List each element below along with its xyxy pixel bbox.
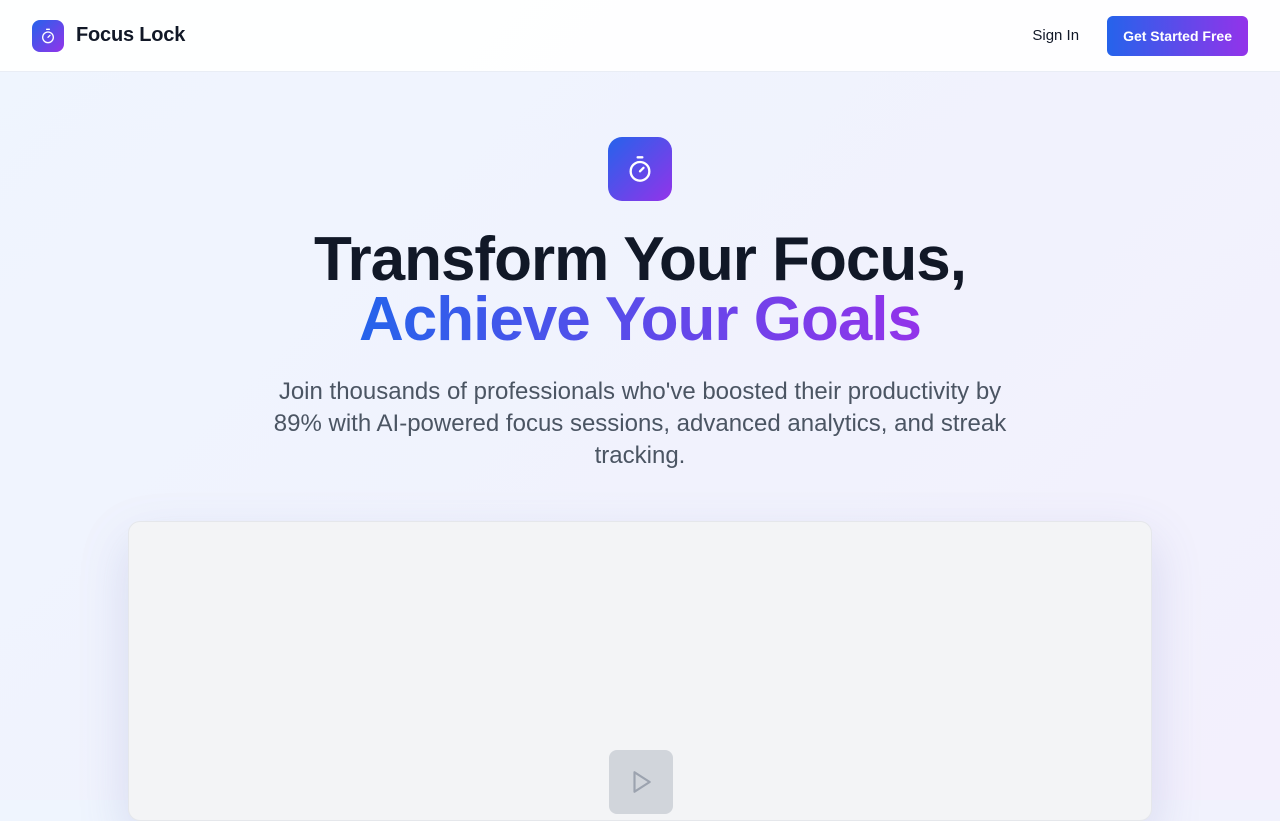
- nav-actions: Sign In Get Started Free: [1032, 15, 1248, 56]
- play-button[interactable]: [609, 750, 673, 814]
- get-started-button[interactable]: Get Started Free: [1107, 15, 1248, 56]
- brand[interactable]: Focus Lock: [32, 19, 186, 52]
- stopwatch-icon: [32, 19, 64, 52]
- hero-headline: Transform Your Focus, Achieve Your Goals: [0, 225, 1280, 354]
- sign-in-link[interactable]: Sign In: [1032, 27, 1079, 44]
- play-icon: [633, 771, 651, 793]
- headline-line-2: Achieve Your Goals: [358, 285, 922, 354]
- hero-subtitle: Join thousands of professionals who've b…: [273, 378, 1007, 469]
- headline-line-1: Transform Your Focus,: [314, 225, 967, 294]
- video-preview[interactable]: [128, 521, 1152, 821]
- stopwatch-icon: [608, 137, 672, 201]
- top-nav: Focus Lock Sign In Get Started Free: [0, 0, 1280, 72]
- brand-name: Focus Lock: [76, 24, 186, 46]
